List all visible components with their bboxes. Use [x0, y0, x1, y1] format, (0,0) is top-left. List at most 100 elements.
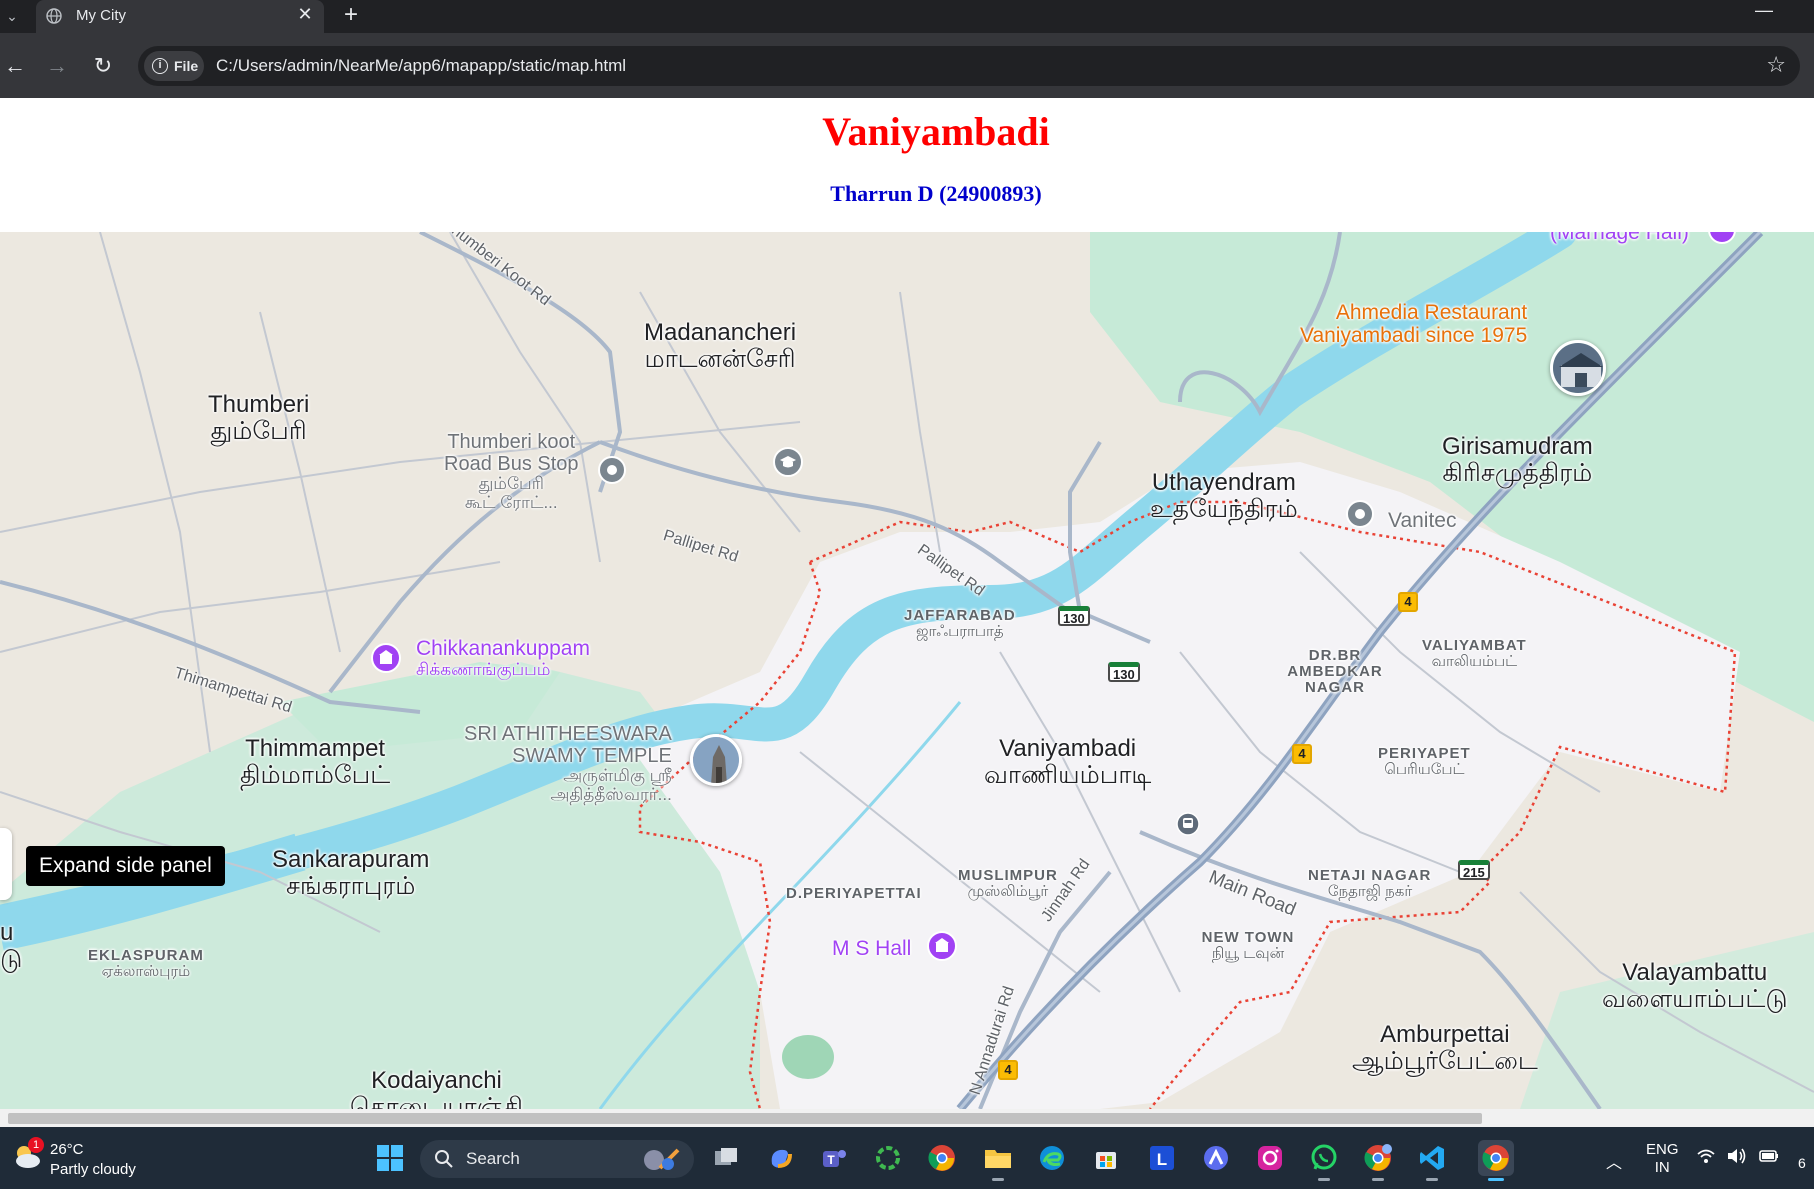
- poi-thumberi-koot-bus-stop[interactable]: Thumberi koot Road Bus Stop தும்பேரி கூட் ர…: [444, 431, 579, 512]
- school-pin-icon[interactable]: [772, 446, 804, 478]
- windows-taskbar: 1 26°C Partly cloudy Search T L ︿ ENG IN…: [0, 1127, 1814, 1189]
- poi-ms-hall[interactable]: M S Hall: [832, 937, 911, 961]
- weather-description[interactable]: Partly cloudy: [50, 1161, 136, 1178]
- weather-notification-badge: 1: [28, 1137, 44, 1153]
- wifi-icon[interactable]: [1696, 1147, 1716, 1170]
- side-panel-handle[interactable]: [0, 828, 12, 900]
- vanitec-pin-icon[interactable]: [1344, 500, 1376, 532]
- taskbar-search[interactable]: Search: [420, 1140, 694, 1178]
- whatsapp-icon[interactable]: [1306, 1140, 1342, 1181]
- town-amburpettai[interactable]: Amburpettai ஆம்பூர்பேட்டை: [1352, 1022, 1538, 1075]
- highway-shield-130-north: 130: [1058, 606, 1090, 626]
- page-subtitle: Tharrun D (24900893): [830, 181, 1042, 206]
- highway-shield-215: 215: [1458, 860, 1490, 880]
- clock-fragment[interactable]: 6: [1798, 1155, 1806, 1171]
- neighbourhood-muslimpur[interactable]: MUSLIMPUR முஸ்லிம்பூர்: [958, 867, 1058, 900]
- loading-ring-icon[interactable]: [870, 1140, 906, 1176]
- running-indicator: [1372, 1178, 1384, 1181]
- bus-station-icon[interactable]: [1176, 812, 1200, 836]
- town-madanancheri[interactable]: Madanancheri மாடனன்சேரி: [644, 320, 796, 373]
- svg-text:L: L: [1157, 1150, 1167, 1169]
- vscode-icon[interactable]: [1414, 1140, 1450, 1181]
- chikkanankuppam-pin-icon[interactable]: [370, 642, 402, 674]
- neighbourhood-valiyambat[interactable]: VALIYAMBAT வாலியம்பட்: [1422, 637, 1527, 670]
- l-app-icon[interactable]: L: [1144, 1140, 1180, 1176]
- volume-icon[interactable]: [1726, 1147, 1748, 1170]
- minimize-button[interactable]: —: [1752, 0, 1776, 21]
- highway-shield-4-center: 4: [1292, 744, 1312, 764]
- close-icon[interactable]: ✕: [294, 4, 316, 25]
- reload-icon[interactable]: ↻: [88, 51, 118, 81]
- address-bar[interactable]: i File C:/Users/admin/NearMe/app6/mapapp…: [138, 46, 1800, 86]
- town-girisamudram[interactable]: Girisamudram கிரிசமுத்திரம்: [1442, 434, 1593, 487]
- highway-shield-4-north: 4: [1398, 592, 1418, 612]
- chrome-profile-icon[interactable]: [1360, 1140, 1396, 1181]
- new-tab-button[interactable]: +: [336, 1, 366, 29]
- town-valayambattu[interactable]: Valayambattu வளையாம்பட்டு: [1602, 960, 1788, 1013]
- task-view-icon[interactable]: [708, 1140, 744, 1176]
- file-explorer-icon[interactable]: [980, 1140, 1016, 1181]
- poi-marriage-hall[interactable]: (Marriage Hall): [1550, 232, 1689, 245]
- microsoft-store-icon[interactable]: [1088, 1140, 1124, 1176]
- bookmark-star-icon[interactable]: ☆: [1766, 52, 1786, 78]
- running-indicator: [992, 1178, 1004, 1181]
- neighbourhood-netaji-nagar[interactable]: NETAJI NAGAR நேதாஜி நகர்: [1308, 867, 1431, 900]
- battery-icon[interactable]: [1758, 1147, 1780, 1170]
- edge-icon[interactable]: [1034, 1140, 1070, 1176]
- active-indicator: [1488, 1178, 1504, 1181]
- page-title: Vaniyambadi: [822, 109, 1050, 154]
- site-info-chip[interactable]: i File: [144, 51, 204, 81]
- town-edge-left[interactable]: u டு: [0, 920, 22, 973]
- search-highlight-icon: [644, 1148, 680, 1170]
- highway-shield-130-south: 130: [1108, 662, 1140, 682]
- windows-start-icon[interactable]: [372, 1140, 408, 1176]
- town-uthayendram[interactable]: Uthayendram உதயேந்திரம்: [1150, 470, 1298, 523]
- temple-photo-pin-icon[interactable]: [690, 734, 742, 786]
- expand-side-panel-tooltip: Expand side panel: [26, 846, 225, 886]
- tab-my-city[interactable]: My City ✕: [36, 0, 324, 33]
- chrome-active-icon[interactable]: [1478, 1140, 1514, 1181]
- url-text[interactable]: C:/Users/admin/NearMe/app6/mapapp/static…: [216, 56, 626, 76]
- browser-toolbar: ← → ↻ i File C:/Users/admin/NearMe/app6/…: [0, 33, 1814, 98]
- marriage-hall-pin-icon[interactable]: [1706, 232, 1738, 246]
- weather-temperature[interactable]: 26°C: [50, 1141, 84, 1158]
- neighbourhood-d-periyapettai[interactable]: D.PERIYAPETTAI: [786, 885, 922, 902]
- map-view[interactable]: Madanancheri மாடனன்சேரி Thumberi தும்பேரி …: [0, 232, 1814, 1109]
- neighbourhood-jaffarabad[interactable]: JAFFARABAD ஜாஃபராபாத்: [904, 607, 1016, 640]
- map-base-layer: [0, 232, 1814, 1109]
- info-icon: i: [152, 58, 168, 74]
- town-sankarapuram[interactable]: Sankarapuram சங்கராபுரம்: [272, 847, 429, 900]
- town-thimmampet[interactable]: Thimmampet திம்மாம்பேட்: [240, 736, 390, 789]
- restaurant-photo-pin-icon[interactable]: [1550, 340, 1606, 396]
- running-indicator: [1318, 1178, 1330, 1181]
- poi-vanitec[interactable]: Vanitec: [1388, 509, 1457, 533]
- vpn-app-icon[interactable]: [1198, 1140, 1234, 1176]
- svg-text:T: T: [827, 1153, 835, 1167]
- chrome-icon[interactable]: [924, 1140, 960, 1176]
- neighbourhood-eklaspuram[interactable]: EKLASPURAM ஏக்லாஸ்புரம்: [88, 947, 204, 980]
- copilot-icon[interactable]: [762, 1140, 798, 1176]
- poi-sri-athitheeswara-swamy-temple[interactable]: SRI ATHITHEESWARA SWAMY TEMPLE அருள்மிகு ஸ…: [464, 723, 672, 804]
- town-thumberi[interactable]: Thumberi தும்பேரி: [208, 392, 309, 445]
- scrollbar-thumb[interactable]: [8, 1113, 1482, 1124]
- teams-icon[interactable]: T: [816, 1140, 852, 1176]
- neighbourhood-periyapet[interactable]: PERIYAPET பெரியபேட்: [1378, 745, 1471, 778]
- ms-hall-pin-icon[interactable]: [926, 930, 958, 962]
- poi-ahmedia-restaurant[interactable]: Ahmedia Restaurant Vaniyambadi since 1975: [1300, 301, 1527, 347]
- tray-overflow-chevron-icon[interactable]: ︿: [1606, 1149, 1622, 1173]
- tab-search-chevron-icon[interactable]: ⌄: [0, 3, 24, 29]
- bus-stop-pin-icon[interactable]: [596, 456, 628, 488]
- horizontal-scrollbar[interactable]: [0, 1109, 1814, 1127]
- highway-shield-4-south: 4: [998, 1060, 1018, 1080]
- tab-title: My City: [76, 7, 126, 24]
- town-vaniyambadi[interactable]: Vaniyambadi வாணியம்பாடி: [984, 736, 1151, 789]
- input-language-indicator[interactable]: ENG IN: [1646, 1141, 1679, 1177]
- forward-arrow-icon[interactable]: →: [42, 51, 72, 81]
- town-kodaiyanchi[interactable]: Kodaiyanchi கொடையாஞ்சி: [350, 1068, 523, 1109]
- search-label: Search: [466, 1149, 520, 1168]
- neighbourhood-new-town[interactable]: NEW TOWN நியூ டவுன்: [1198, 929, 1298, 962]
- neighbourhood-dr-br-ambedkar-nagar[interactable]: DR.BR AMBEDKAR NAGAR: [1280, 647, 1390, 697]
- back-arrow-icon[interactable]: ←: [0, 51, 30, 81]
- instagram-icon[interactable]: [1252, 1140, 1288, 1176]
- poi-chikkanankuppam[interactable]: Chikkanankuppam சிக்கணாங்குப்பம்: [416, 637, 590, 679]
